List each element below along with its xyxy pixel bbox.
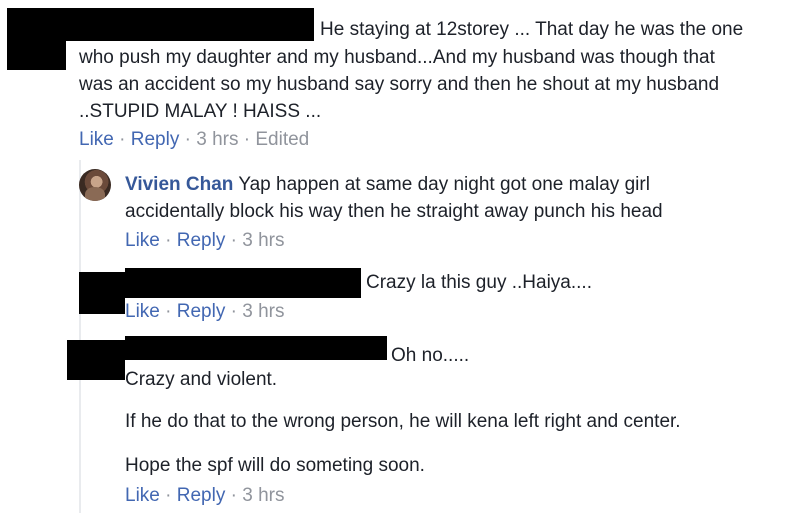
reply-actions: Like · Reply · 3 hrs xyxy=(125,228,284,254)
comment-text-line: He staying at 12storey ... That day he w… xyxy=(320,19,744,40)
separator: · xyxy=(165,485,172,506)
reply-link[interactable]: Reply xyxy=(177,230,226,251)
timestamp[interactable]: 3 hrs xyxy=(242,230,284,251)
timestamp[interactable]: 3 hrs xyxy=(242,301,284,322)
comment-actions: Like · Reply · 3 hrs · Edited xyxy=(79,127,309,153)
reply-thread-line xyxy=(79,160,81,513)
redacted-author-name xyxy=(66,8,314,41)
reply-text-line: accidentally block his way then he strai… xyxy=(125,201,663,222)
reply-text-line: Crazy and violent. xyxy=(125,369,278,390)
like-link[interactable]: Like xyxy=(125,485,160,506)
separator: · xyxy=(119,129,126,150)
separator: · xyxy=(230,301,237,322)
redacted-author-name xyxy=(125,336,387,360)
reply-link[interactable]: Reply xyxy=(177,301,226,322)
reply-text-line: Vivien Chan Yap happen at same day night… xyxy=(125,171,650,198)
redacted-avatar xyxy=(67,340,125,380)
reply-text: Yap happen at same day night got one mal… xyxy=(238,174,650,195)
like-link[interactable]: Like xyxy=(125,301,160,322)
comment-text-line: who push my daughter and my husband...An… xyxy=(79,47,715,68)
comment-text-line: was an accident so my husband say sorry … xyxy=(79,74,720,95)
like-link[interactable]: Like xyxy=(125,230,160,251)
reply-text-line: If he do that to the wrong person, he wi… xyxy=(125,411,681,432)
comment-text-line: ..STUPID MALAY ! HAISS ... xyxy=(79,101,322,122)
reply-link[interactable]: Reply xyxy=(131,129,180,150)
avatar[interactable] xyxy=(79,169,111,201)
reply-actions: Like · Reply · 3 hrs xyxy=(125,483,284,509)
redacted-avatar xyxy=(79,272,125,314)
separator: · xyxy=(243,129,251,150)
separator: · xyxy=(165,301,172,322)
redacted-avatar xyxy=(7,8,66,70)
reply-text-line: Oh no..... xyxy=(391,345,470,366)
reply-text: Crazy la this guy ..Haiya.... xyxy=(366,272,592,293)
timestamp[interactable]: 3 hrs xyxy=(242,485,284,506)
redacted-author-name xyxy=(125,268,361,298)
reply-actions: Like · Reply · 3 hrs xyxy=(125,299,284,325)
timestamp[interactable]: 3 hrs xyxy=(196,129,238,150)
separator: · xyxy=(165,230,172,251)
author-name-link[interactable]: Vivien Chan xyxy=(125,174,233,195)
like-link[interactable]: Like xyxy=(79,129,114,150)
separator: · xyxy=(230,485,237,506)
separator: · xyxy=(184,129,191,150)
reply-link[interactable]: Reply xyxy=(177,485,226,506)
reply-text-line: Hope the spf will do someting soon. xyxy=(125,455,425,476)
separator: · xyxy=(230,230,237,251)
edited-label[interactable]: Edited xyxy=(255,129,309,150)
